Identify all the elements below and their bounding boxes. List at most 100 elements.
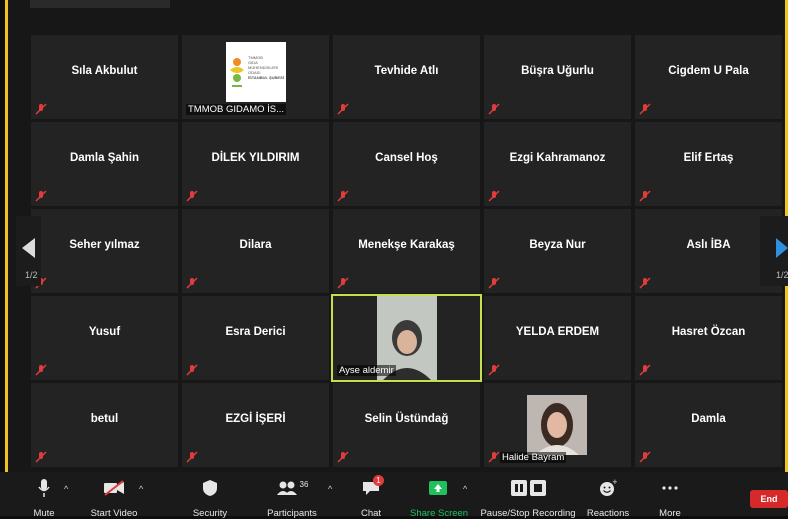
participant-tile[interactable]: YELDA ERDEM bbox=[484, 296, 631, 380]
share-screen-button[interactable]: Share Screen bbox=[410, 478, 469, 519]
security-button[interactable]: Security bbox=[190, 478, 230, 519]
participant-tile[interactable]: Beyza Nur bbox=[484, 209, 631, 293]
participant-name: Sıla Akbulut bbox=[71, 65, 138, 77]
gallery-view: Sıla Akbulut TMMOB GIDA MÜHENDİSLERİ ODA… bbox=[0, 0, 788, 470]
mute-button[interactable]: Mute bbox=[30, 478, 58, 519]
participant-tile[interactable]: Sıla Akbulut bbox=[31, 35, 178, 119]
participant-name: Yusuf bbox=[88, 326, 121, 338]
participant-name: Dilara bbox=[239, 239, 272, 251]
page-indicator: 1/2 bbox=[776, 270, 788, 280]
muted-mic-icon bbox=[35, 364, 47, 376]
participant-tile[interactable]: betul bbox=[31, 383, 178, 467]
participant-name: Damla bbox=[691, 413, 726, 425]
pause-stop-recording-button[interactable]: Pause/Stop Recording bbox=[480, 478, 576, 519]
chevron-left-icon bbox=[22, 238, 35, 258]
muted-mic-icon bbox=[35, 103, 47, 115]
muted-mic-icon bbox=[337, 451, 349, 463]
recording-label: Pause/Stop Recording bbox=[480, 508, 576, 519]
participant-name: Cigdem U Pala bbox=[668, 65, 749, 77]
person-photo-icon bbox=[527, 395, 587, 455]
share-options-caret[interactable]: ^ bbox=[463, 484, 467, 494]
muted-mic-icon bbox=[337, 277, 349, 289]
muted-mic-icon bbox=[35, 451, 47, 463]
smiley-icon: + bbox=[600, 479, 617, 496]
video-options-caret[interactable]: ^ bbox=[139, 484, 143, 494]
participant-tile[interactable]: Dilara bbox=[182, 209, 329, 293]
share-screen-icon bbox=[429, 481, 447, 495]
participant-name: Ayse aldemir bbox=[337, 365, 396, 376]
muted-mic-icon bbox=[639, 103, 651, 115]
organization-logo: TMMOB GIDA MÜHENDİSLERİ ODASI İSTANBUL Ş… bbox=[226, 42, 286, 102]
participant-tile[interactable]: DİLEK YILDIRIM bbox=[182, 122, 329, 206]
more-icon bbox=[662, 486, 678, 490]
participant-tile[interactable]: Esra Derici bbox=[182, 296, 329, 380]
participant-tile[interactable]: Yusuf bbox=[31, 296, 178, 380]
meeting-toolbar: Mute ^ Start Video ^ Security 36 Partici… bbox=[0, 472, 788, 519]
shield-icon bbox=[203, 480, 217, 496]
chat-badge: 1 bbox=[373, 475, 384, 486]
participant-tile[interactable]: Hasret Özcan bbox=[635, 296, 782, 380]
muted-mic-icon bbox=[488, 277, 500, 289]
muted-mic-icon bbox=[186, 364, 198, 376]
mute-options-caret[interactable]: ^ bbox=[64, 484, 68, 494]
muted-mic-icon bbox=[35, 190, 47, 202]
previous-page-button[interactable]: 1/2 bbox=[16, 216, 41, 286]
muted-mic-icon bbox=[639, 277, 651, 289]
participant-name: betul bbox=[90, 413, 119, 425]
logo-text: İSTANBUL ŞUBESİ bbox=[248, 75, 284, 80]
participant-name: Menekşe Karakaş bbox=[358, 239, 455, 251]
participant-tile[interactable]: Elif Ertaş bbox=[635, 122, 782, 206]
muted-mic-icon bbox=[639, 190, 651, 202]
more-button[interactable]: More bbox=[654, 478, 686, 519]
participant-name: DİLEK YILDIRIM bbox=[211, 152, 300, 164]
participant-tile[interactable]: Tevhide Atlı bbox=[333, 35, 480, 119]
share-screen-label: Share Screen bbox=[410, 508, 469, 519]
participant-tile[interactable]: Ezgi Kahramanoz bbox=[484, 122, 631, 206]
participants-button[interactable]: 36 Participants bbox=[262, 478, 322, 519]
participant-name: Büşra Uğurlu bbox=[521, 65, 594, 77]
muted-mic-icon bbox=[186, 277, 198, 289]
video-off-icon bbox=[104, 480, 124, 496]
pause-icon bbox=[510, 480, 527, 496]
participant-name: Tevhide Atlı bbox=[374, 65, 439, 77]
security-label: Security bbox=[192, 508, 228, 519]
page-indicator: 1/2 bbox=[25, 270, 38, 280]
muted-mic-icon bbox=[186, 451, 198, 463]
active-speaker-tile[interactable]: Ayse aldemir bbox=[331, 294, 482, 382]
end-meeting-button[interactable]: End bbox=[750, 490, 788, 508]
participant-tile[interactable]: Büşra Uğurlu bbox=[484, 35, 631, 119]
muted-mic-icon bbox=[488, 451, 500, 463]
muted-mic-icon bbox=[488, 190, 500, 202]
participants-count: 36 bbox=[299, 479, 309, 489]
participant-tile[interactable]: Damla bbox=[635, 383, 782, 467]
participants-options-caret[interactable]: ^ bbox=[328, 484, 332, 494]
participant-tile[interactable]: Cigdem U Pala bbox=[635, 35, 782, 119]
reactions-button[interactable]: + Reactions bbox=[586, 478, 630, 519]
participant-tile[interactable]: EZGİ İŞERİ bbox=[182, 383, 329, 467]
muted-mic-icon bbox=[337, 190, 349, 202]
muted-mic-icon bbox=[639, 451, 651, 463]
chat-button[interactable]: 1 Chat bbox=[356, 475, 386, 519]
participant-tile[interactable]: Selin Üstündağ bbox=[333, 383, 480, 467]
participant-name: EZGİ İŞERİ bbox=[225, 413, 286, 425]
participants-icon bbox=[276, 481, 297, 495]
muted-mic-icon bbox=[488, 364, 500, 376]
muted-mic-icon bbox=[337, 103, 349, 115]
profile-photo bbox=[527, 395, 587, 455]
participant-name: Elif Ertaş bbox=[683, 152, 734, 164]
participant-name: Beyza Nur bbox=[529, 239, 586, 251]
svg-text:+: + bbox=[612, 479, 617, 486]
participant-tile[interactable]: TMMOB GIDA MÜHENDİSLERİ ODASI İSTANBUL Ş… bbox=[182, 35, 329, 119]
participant-name: Ezgi Kahramanoz bbox=[509, 152, 606, 164]
chevron-right-icon bbox=[776, 238, 788, 258]
participant-name: TMMOB GIDAMO İS... bbox=[186, 104, 287, 115]
participant-name: Halide Bayram bbox=[500, 452, 567, 463]
participant-tile[interactable]: Menekşe Karakaş bbox=[333, 209, 480, 293]
participant-tile[interactable]: Damla Şahin bbox=[31, 122, 178, 206]
more-label: More bbox=[659, 508, 681, 519]
participant-tile[interactable]: Cansel Hoş bbox=[333, 122, 480, 206]
start-video-button[interactable]: Start Video bbox=[88, 478, 140, 519]
participant-tile[interactable]: Seher yılmaz bbox=[31, 209, 178, 293]
next-page-button[interactable]: 1/2 bbox=[760, 216, 788, 286]
participant-tile[interactable]: Halide Bayram bbox=[484, 383, 631, 467]
